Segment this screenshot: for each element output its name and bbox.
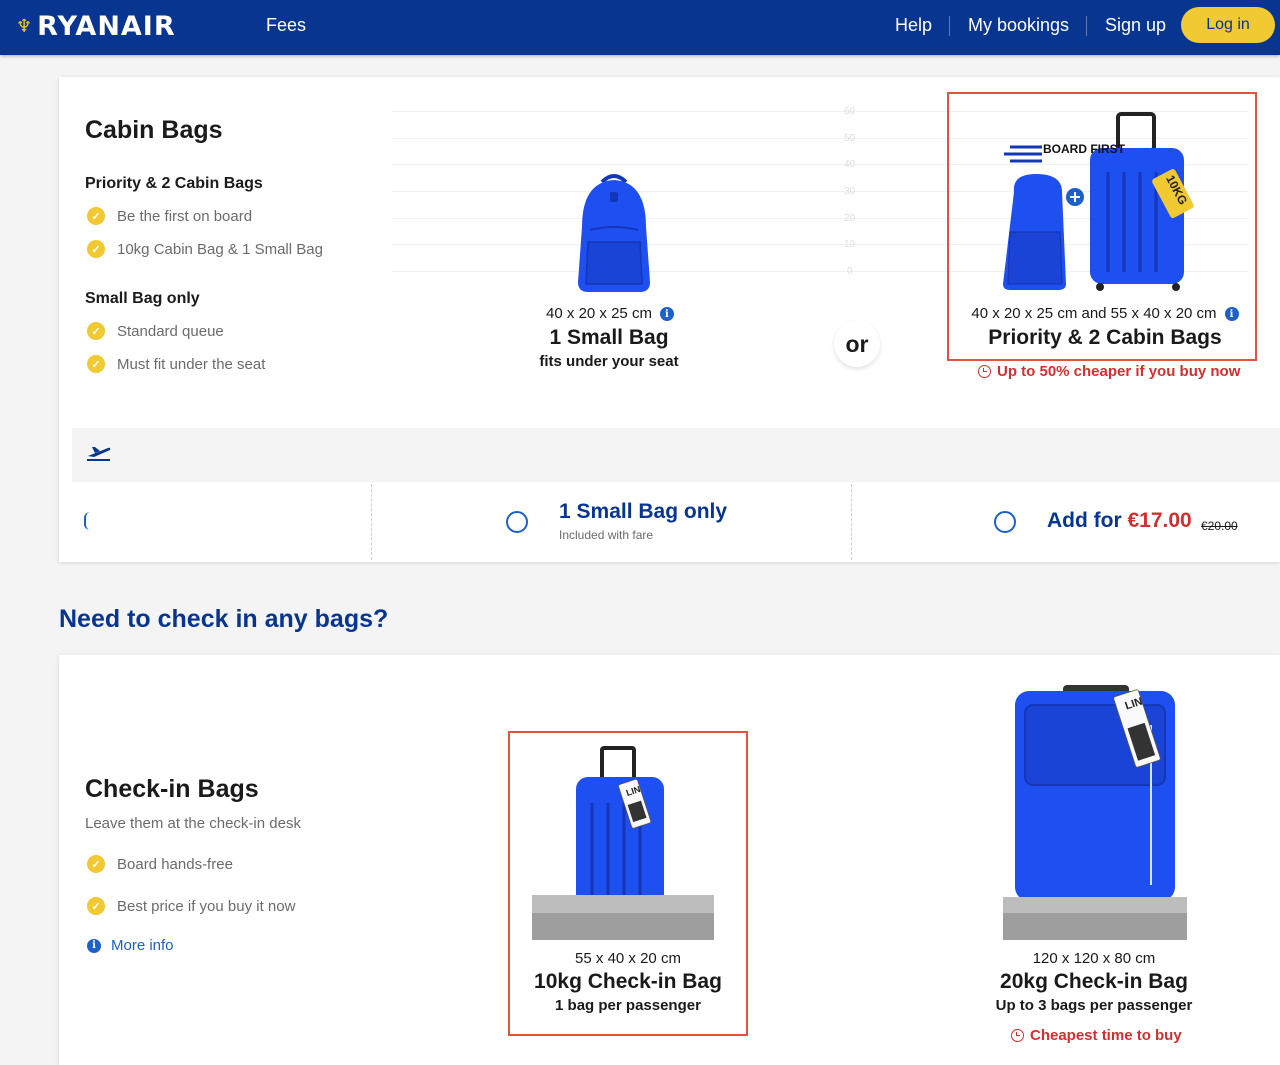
feature-item: ✓ Must fit under the seat [87,355,265,373]
priority-bag-dimensions: 40 x 20 x 25 cm and 55 x 40 x 20 cm i [955,305,1255,322]
scale-tick: 40 [844,159,856,170]
small-bag-radio[interactable] [506,511,528,533]
nav-divider [949,16,950,36]
add-label: Add for [1047,509,1122,532]
more-info-link[interactable]: i More info [87,937,174,954]
feature-item: ✓ Board hands-free [87,855,233,873]
brand-name: RYANAIR [37,11,176,42]
scale-tick: 0 [847,266,853,277]
promo-text: Up to 50% cheaper if you buy now [997,363,1241,380]
info-icon: i [87,938,101,953]
small-bag-option-subtitle: Included with fare [559,528,654,542]
radio-partial[interactable] [84,512,90,530]
add-price: €17.00 [1127,509,1192,532]
feature-label: 10kg Cabin Bag & 1 Small Bag [117,240,323,258]
or-divider: or [834,321,880,367]
dimensions-text: 40 x 20 x 25 cm and 55 x 40 x 20 cm [971,305,1217,322]
priority-promo: Up to 50% cheaper if you buy now [978,363,1240,380]
check-in-bags-title: Check-in Bags [85,775,259,803]
feature-label: Be the first on board [117,207,253,225]
old-price: €20.00 [1201,519,1238,533]
harp-logo-icon: ♆ [16,16,34,37]
feature-item: ✓ Best price if you buy it now [87,897,295,915]
ten-kg-bag-subtitle: 1 bag per passenger [555,997,701,1014]
check-icon: ✓ [87,855,105,873]
plane-departure-icon [86,444,112,462]
info-icon[interactable]: i [659,307,674,322]
dimensions-text: 40 x 20 x 25 cm [546,305,652,322]
priority-bag-name: Priority & 2 Cabin Bags [988,326,1222,349]
nav-divider [1086,16,1087,36]
ryanair-logo[interactable]: ♆ RYANAIR [16,11,176,42]
ten-kg-bag-dimensions: 55 x 40 x 20 cm [575,950,681,967]
scale-tick: 30 [844,186,856,197]
more-info-text: More info [111,937,174,954]
info-icon[interactable]: i [1224,307,1239,322]
small-bag-option-title[interactable]: 1 Small Bag only [559,500,727,524]
my-bookings-link[interactable]: My bookings [968,15,1069,36]
twenty-kg-bag-dimensions: 120 x 120 x 80 cm [1032,950,1156,967]
sign-up-link[interactable]: Sign up [1105,15,1166,36]
backpack-image [572,172,656,294]
scale-tick: 60 [844,106,856,117]
small-bag-heading: Small Bag only [85,290,200,307]
check-icon: ✓ [87,240,105,258]
twenty-kg-bag-subtitle: Up to 3 bags per passenger [995,997,1193,1014]
fees-link[interactable]: Fees [266,15,306,36]
help-link[interactable]: Help [895,15,932,36]
priority-radio[interactable] [994,511,1016,533]
feature-item: ✓ Be the first on board [87,207,252,225]
twenty-kg-bag-name: 20kg Check-in Bag [1000,970,1188,993]
option-divider [371,484,372,560]
small-bag-dimensions: 40 x 20 x 25 cm i [520,305,700,322]
feature-label: Standard queue [117,322,224,340]
priority-bags-image [1000,112,1200,292]
scale-tick: 20 [844,213,856,224]
top-navigation-bar: ♆ RYANAIR Fees Help My bookings Sign up … [0,0,1280,55]
check-in-subtitle: Leave them at the check-in desk [85,815,301,832]
scale-tick: 10 [844,239,856,250]
twenty-kg-suitcase-image [1003,685,1187,940]
board-first-label: BOARD FIRST [1043,142,1125,156]
small-bag-name: 1 Small Bag [549,326,669,349]
feature-label: Board hands-free [117,855,233,873]
small-bag-subtitle: fits under your seat [539,353,679,370]
check-icon: ✓ [87,355,105,373]
feature-label: Must fit under the seat [117,355,266,373]
twenty-kg-promo: Cheapest time to buy [1011,1027,1182,1044]
ten-kg-bag-name: 10kg Check-in Bag [534,970,722,993]
cabin-bags-title: Cabin Bags [85,116,223,144]
feature-item: ✓ Standard queue [87,322,224,340]
feature-item: ✓ 10kg Cabin Bag & 1 Small Bag [87,240,323,258]
flight-row [72,428,1280,482]
priority-heading: Priority & 2 Cabin Bags [85,175,263,192]
scale-tick: 50 [844,133,856,144]
check-icon: ✓ [87,207,105,225]
check-icon: ✓ [87,322,105,340]
clock-icon [1011,1029,1024,1042]
check-in-section-heading: Need to check in any bags? [59,605,389,633]
log-in-button[interactable]: Log in [1181,7,1275,43]
clock-icon [978,365,991,378]
add-priority-option[interactable]: Add for €17.00 [1047,509,1192,533]
promo-text: Cheapest time to buy [1030,1027,1182,1044]
ten-kg-suitcase-image [530,745,716,940]
check-icon: ✓ [87,897,105,915]
option-divider [851,484,852,560]
feature-label: Best price if you buy it now [117,897,296,915]
